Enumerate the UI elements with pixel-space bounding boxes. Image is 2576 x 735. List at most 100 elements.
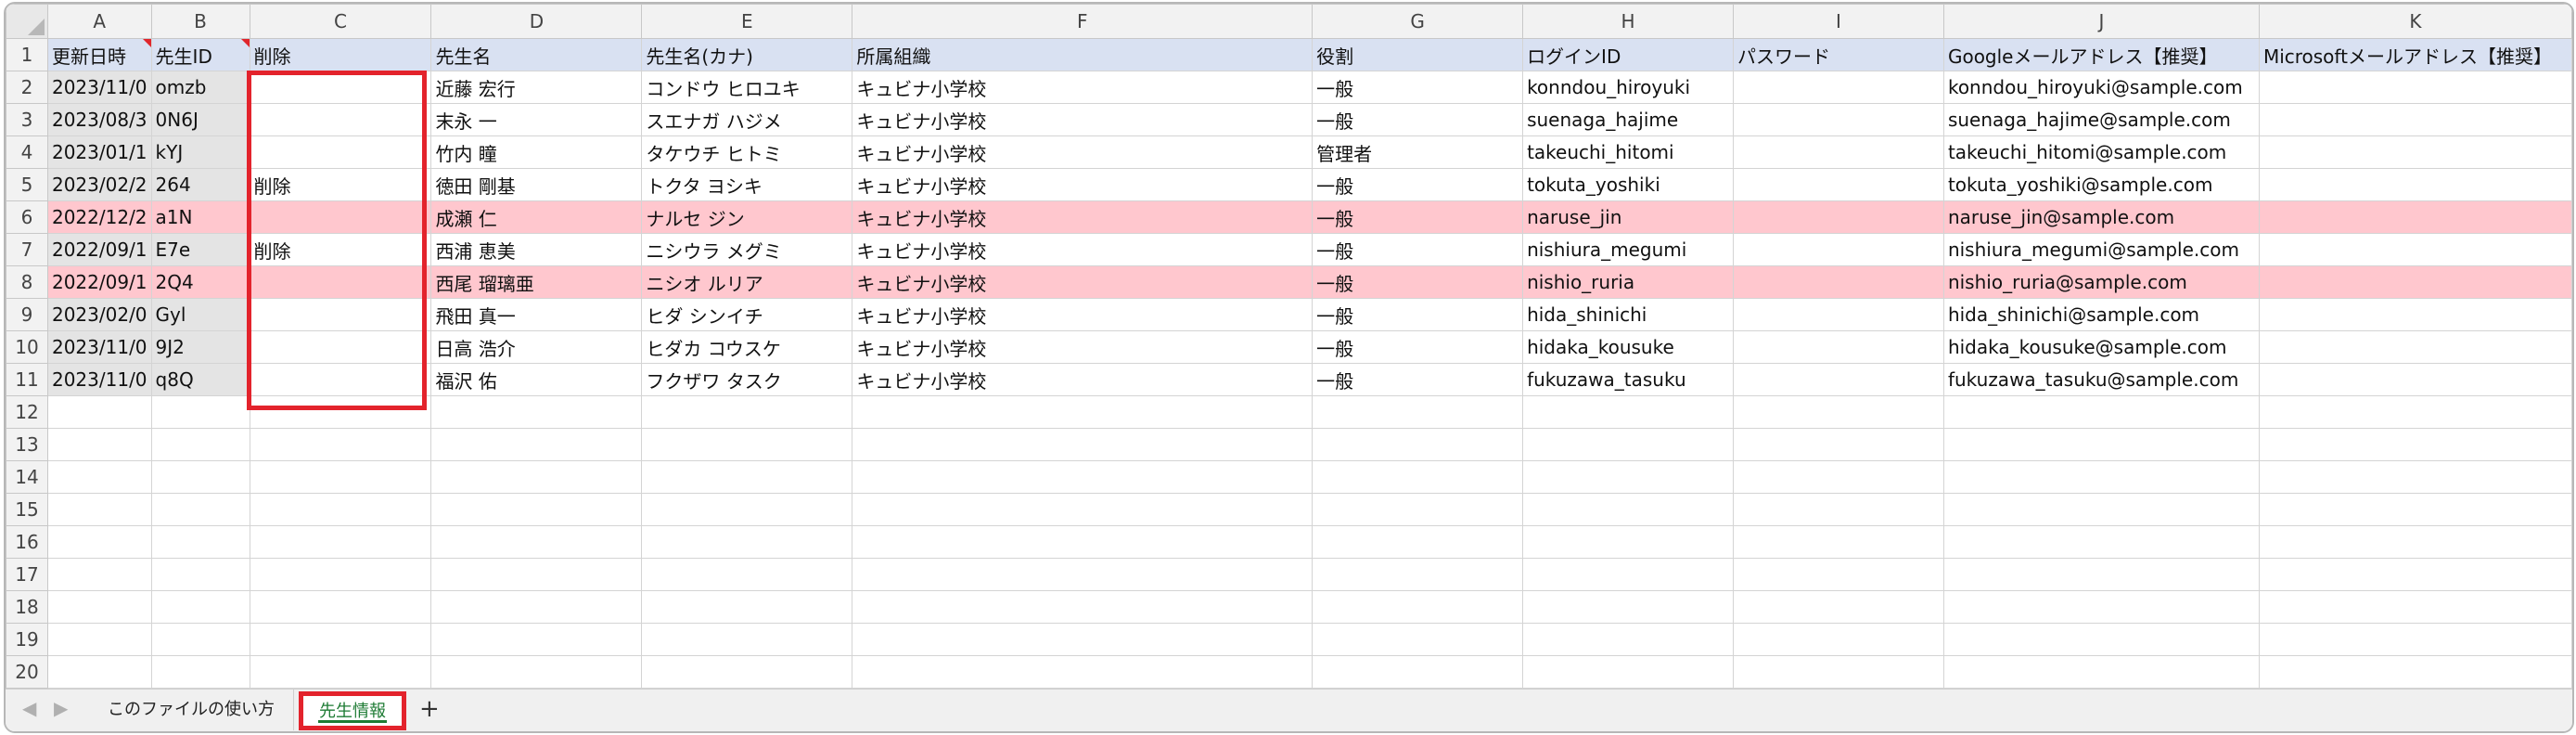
cell-c[interactable] [249,525,432,559]
cell-i[interactable] [1733,168,1944,201]
cell-k[interactable] [2258,623,2572,656]
cell-j[interactable] [1942,558,2260,591]
row-number[interactable]: 11 [6,363,48,396]
cell-a[interactable]: 2022/09/1 [46,265,152,299]
cell-k[interactable] [2258,558,2572,591]
cell-j[interactable]: fukuzawa_tasuku@sample.com [1942,363,2260,396]
cell-e[interactable]: トクタ ヨシキ [641,168,853,201]
cell-f[interactable] [852,655,1314,689]
column-header-b[interactable]: B [150,4,250,39]
cell-e[interactable]: ナルセ ジン [641,200,853,234]
row-number[interactable]: 18 [6,590,48,624]
cell-h[interactable]: fukuzawa_tasuku [1522,363,1735,396]
cell-c[interactable] [249,395,432,429]
cell-f[interactable] [852,590,1314,624]
cell-c[interactable]: 削除 [249,233,432,266]
row-number[interactable]: 13 [6,428,48,461]
cell-i[interactable] [1733,330,1944,364]
cell-a[interactable] [46,655,152,689]
cell-c[interactable] [249,460,432,494]
cell-b[interactable]: a1N [150,200,250,234]
column-header-i[interactable]: I [1733,4,1944,39]
column-header-j[interactable]: J [1942,4,2260,39]
cell-k[interactable] [2258,330,2572,364]
cell-b[interactable] [150,460,250,494]
cell-k[interactable] [2258,525,2572,559]
cell-j[interactable]: konndou_hiroyuki@sample.com [1942,71,2260,104]
cell-h[interactable] [1522,623,1735,656]
cell-f[interactable] [852,623,1314,656]
column-header-a[interactable]: A [46,4,152,39]
header-cell-b[interactable]: 先生ID [150,38,250,71]
cell-d[interactable] [430,525,643,559]
cell-e[interactable] [641,623,853,656]
cell-g[interactable] [1312,590,1524,624]
cell-f[interactable] [852,558,1314,591]
cell-a[interactable] [46,428,152,461]
column-header-f[interactable]: F [852,4,1314,39]
cell-i[interactable] [1733,623,1944,656]
cell-j[interactable] [1942,428,2260,461]
column-header-c[interactable]: C [249,4,432,39]
column-header-g[interactable]: G [1312,4,1524,39]
cell-i[interactable] [1733,265,1944,299]
cell-f[interactable]: キュビナ小学校 [852,363,1314,396]
cell-g[interactable]: 一般 [1312,71,1524,104]
cell-e[interactable] [641,655,853,689]
cell-d[interactable] [430,590,643,624]
cell-h[interactable] [1522,525,1735,559]
row-number[interactable]: 19 [6,623,48,656]
cell-i[interactable] [1733,428,1944,461]
cell-c[interactable] [249,71,432,104]
cell-d[interactable] [430,623,643,656]
cell-a[interactable]: 2023/08/3 [46,103,152,136]
cell-d[interactable]: 徳田 剛基 [430,168,643,201]
header-cell-g[interactable]: 役割 [1312,38,1524,71]
cell-h[interactable]: suenaga_hajime [1522,103,1735,136]
header-cell-j[interactable]: Googleメールアドレス【推奨】 [1942,38,2260,71]
cell-d[interactable] [430,460,643,494]
row-number[interactable]: 15 [6,493,48,526]
cell-j[interactable]: nishiura_megumi@sample.com [1942,233,2260,266]
cell-a[interactable] [46,493,152,526]
column-header-e[interactable]: E [641,4,853,39]
cell-k[interactable] [2258,71,2572,104]
cell-k[interactable] [2258,363,2572,396]
cell-j[interactable] [1942,460,2260,494]
cell-g[interactable]: 一般 [1312,168,1524,201]
cell-f[interactable] [852,395,1314,429]
cell-c[interactable] [249,103,432,136]
cell-a[interactable] [46,395,152,429]
cell-i[interactable] [1733,363,1944,396]
cell-j[interactable]: takeuchi_hitomi@sample.com [1942,135,2260,169]
cell-e[interactable] [641,525,853,559]
cell-i[interactable] [1733,103,1944,136]
cell-b[interactable]: 9J2 [150,330,250,364]
cell-e[interactable] [641,395,853,429]
cell-d[interactable]: 日高 浩介 [430,330,643,364]
cell-f[interactable]: キュビナ小学校 [852,71,1314,104]
cell-g[interactable]: 一般 [1312,363,1524,396]
cell-g[interactable]: 管理者 [1312,135,1524,169]
row-number[interactable]: 4 [6,135,48,169]
cell-b[interactable]: q8Q [150,363,250,396]
cell-e[interactable] [641,590,853,624]
cell-h[interactable]: nishio_ruria [1522,265,1735,299]
cell-g[interactable]: 一般 [1312,200,1524,234]
cell-g[interactable] [1312,395,1524,429]
header-cell-h[interactable]: ログインID [1522,38,1735,71]
column-header-h[interactable]: H [1522,4,1735,39]
cell-j[interactable]: tokuta_yoshiki@sample.com [1942,168,2260,201]
cell-d[interactable] [430,395,643,429]
cell-i[interactable] [1733,298,1944,331]
cell-a[interactable]: 2023/02/2 [46,168,152,201]
cell-f[interactable]: キュビナ小学校 [852,265,1314,299]
cell-f[interactable]: キュビナ小学校 [852,330,1314,364]
cell-c[interactable] [249,428,432,461]
cell-b[interactable] [150,590,250,624]
cell-e[interactable]: ヒダ シンイチ [641,298,853,331]
cell-b[interactable] [150,655,250,689]
cell-a[interactable]: 2023/11/0 [46,71,152,104]
cell-f[interactable]: キュビナ小学校 [852,168,1314,201]
cell-h[interactable] [1522,655,1735,689]
